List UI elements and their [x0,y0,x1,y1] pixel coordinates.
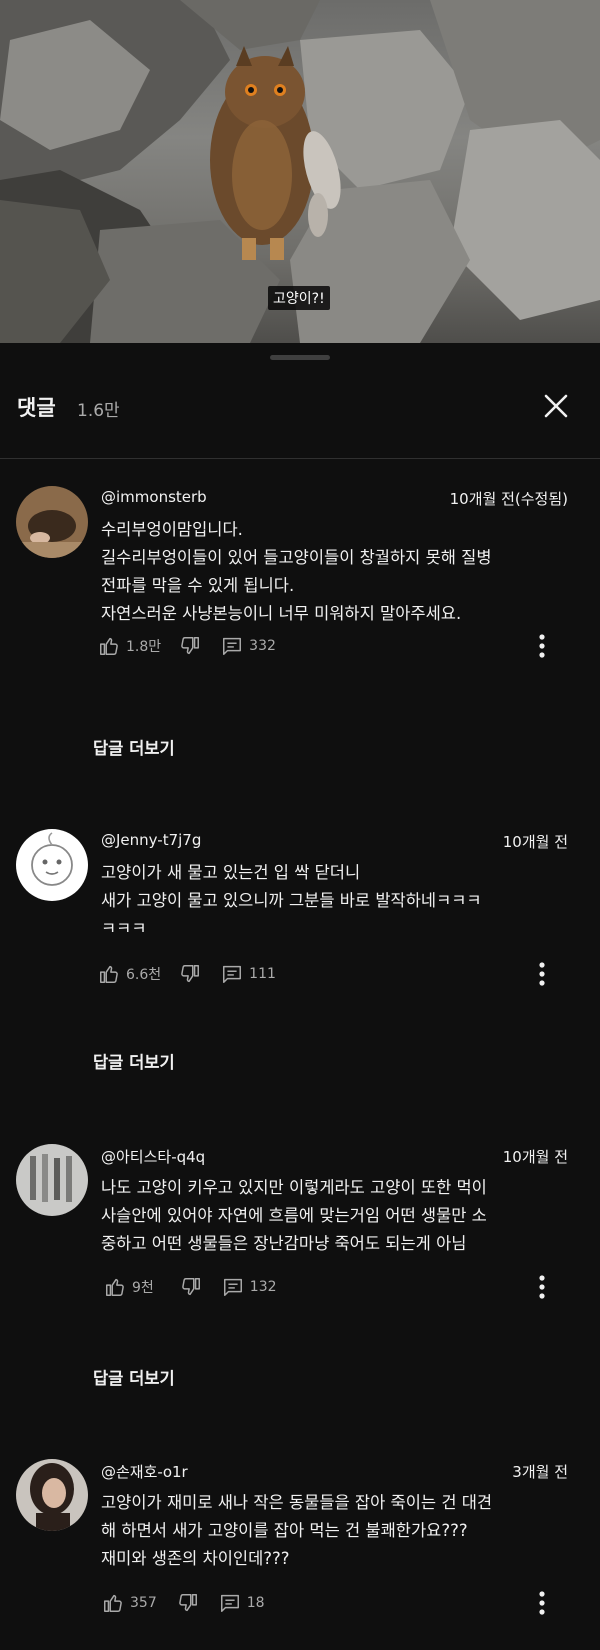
comment-actions: 1.8만 332 [98,632,276,660]
more-vertical-icon [539,1275,545,1299]
reply-comment-icon [223,637,242,655]
avatar[interactable] [16,1144,88,1216]
more-options-button[interactable] [528,628,556,664]
thumbs-down-icon [181,1278,200,1296]
comment-text: 고양이가 새 물고 있는건 입 싹 닫더니 새가 고양이 물고 있으니까 그분들… [101,863,482,938]
avatar[interactable] [16,829,88,901]
comment-time: 10개월 전 [502,1148,568,1166]
reply-count: 18 [246,1595,265,1611]
reply-count: 132 [249,1279,277,1295]
thumbs-down-icon [181,637,200,655]
comment-actions: 6.6천 111 [98,960,276,988]
like-count: 1.8만 [126,639,162,655]
reply-button[interactable]: 111 [221,963,276,985]
reply-count: 332 [249,638,276,654]
comment-actions: 9천 132 [104,1273,277,1301]
comment-time: 10개월 전(수정됨) [449,490,568,508]
comment-item: @immonsterb 10개월 전(수정됨) 수리부엉이맘입니다. 길수리부엉… [0,486,600,786]
thumbs-up-icon [100,637,118,655]
comments-count: 1.6만 [77,401,120,421]
dislike-button[interactable] [179,635,201,657]
reply-count: 111 [249,966,276,982]
more-options-button[interactable] [528,1269,556,1305]
reply-button[interactable]: 18 [219,1592,265,1614]
like-button[interactable]: 9천 [104,1276,180,1298]
comment-time: 3개월 전 [512,1463,568,1481]
like-button[interactable]: 1.8만 [98,635,179,657]
comment-text: 고양이가 재미로 새나 작은 동물들을 잡아 죽이는 건 대견 해 하면서 새가… [101,1493,493,1568]
thumbs-up-icon [106,1278,124,1296]
more-vertical-icon [539,634,545,658]
reply-button[interactable]: 132 [222,1276,277,1298]
reply-button[interactable]: 332 [221,635,276,657]
more-options-button[interactable] [528,1585,556,1621]
video-frame[interactable]: 고양이?! [0,0,600,343]
avatar[interactable] [16,1459,88,1531]
comment-author[interactable]: @Jenny-t7j7g [101,831,201,849]
like-count: 6.6천 [126,967,162,983]
reply-comment-icon [223,1278,242,1296]
dislike-button[interactable] [177,1592,199,1614]
more-options-button[interactable] [528,956,556,992]
drag-handle[interactable] [270,355,330,360]
comment-item: @손재호-o1r 3개월 전 고양이가 재미로 새나 작은 동물들을 잡아 죽이… [0,1459,600,1650]
thumbs-up-icon [104,1594,122,1612]
video-subtitle: 고양이?! [268,286,330,310]
thumbs-down-icon [178,1594,197,1612]
thumbs-up-icon [100,965,118,983]
thumbs-down-icon [181,965,200,983]
comment-time: 10개월 전 [502,833,568,851]
view-replies-button[interactable]: 답글 더보기 [93,1049,175,1073]
like-count: 357 [130,1595,157,1611]
comment-author[interactable]: @immonsterb [101,488,207,506]
view-replies-button[interactable]: 답글 더보기 [93,735,175,759]
comment-text: 나도 고양이 키우고 있지만 이렇게라도 고양이 또한 먹이 사슬안에 있어야 … [101,1178,487,1253]
dislike-button[interactable] [179,963,201,985]
more-vertical-icon [539,962,545,986]
like-count: 9천 [132,1280,154,1296]
comment-actions: 357 18 [102,1589,265,1617]
comment-author[interactable]: @아티스타-q4q [101,1146,205,1167]
view-replies-button[interactable]: 답글 더보기 [93,1365,175,1389]
comment-item: @Jenny-t7j7g 10개월 전 고양이가 새 물고 있는건 입 싹 닫더… [0,829,600,1129]
reply-comment-icon [223,965,242,983]
comment-item: @아티스타-q4q 10개월 전 나도 고양이 키우고 있지만 이렇게라도 고양… [0,1144,600,1444]
reply-comment-icon [220,1594,239,1612]
like-button[interactable]: 6.6천 [98,963,179,985]
more-vertical-icon [539,1591,545,1615]
comment-text: 수리부엉이맘입니다. 길수리부엉이들이 있어 들고양이들이 창궐하지 못해 질병… [101,520,492,623]
comment-author[interactable]: @손재호-o1r [101,1461,188,1482]
avatar[interactable] [16,486,88,558]
close-button[interactable] [536,386,576,426]
comments-title: 댓글 [17,396,56,420]
header-divider [0,458,600,459]
like-button[interactable]: 357 [102,1592,177,1614]
dislike-button[interactable] [180,1276,202,1298]
close-icon [544,394,568,418]
